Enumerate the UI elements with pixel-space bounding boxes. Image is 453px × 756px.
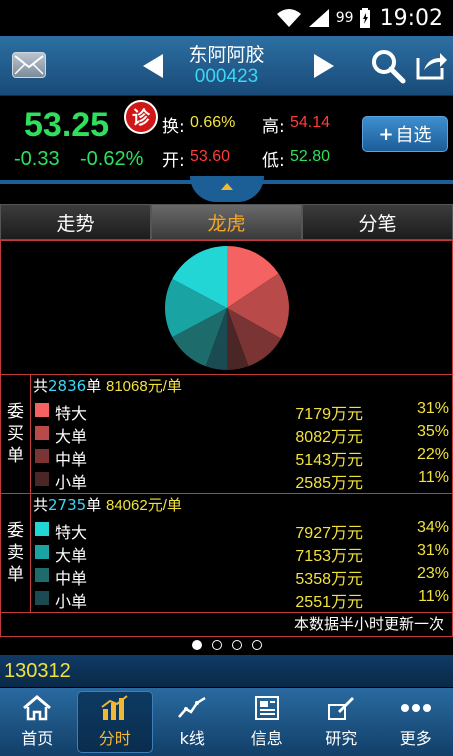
more-icon [400,704,431,712]
view-tabs: 走势 龙虎 分笔 [0,204,453,240]
nav-info[interactable]: 信息 [230,688,305,756]
add-watchlist-button[interactable]: + 自选 [362,116,448,152]
sell-side-label: 委 卖 单 [1,494,31,612]
signal-icon [308,9,329,27]
sell-summary: 共2735单 84062元/单 [33,496,182,514]
diagnosis-badge[interactable]: 诊 [124,100,158,134]
legend-swatch [35,545,49,559]
home-icon [23,695,52,721]
next-stock-button[interactable] [314,54,334,78]
list-item: 中单 5143万元 22% [35,445,451,469]
buy-orders-section: 委 买 单 共2836单 81068元/单 特大 7179万元 31% 大单 8… [1,375,452,493]
page-dot[interactable] [251,640,262,650]
buy-summary: 共2836单 81068元/单 [33,377,182,395]
wifi-icon [276,9,301,27]
stock-header: 东阿阿胶 000423 [0,36,453,96]
page-dot[interactable] [191,640,202,650]
timeshare-chart-icon [101,695,128,720]
status-bar: 99 19:02 [0,0,453,36]
list-item: 小单 2551万元 11% [35,587,451,611]
list-item: 中单 5358万元 23% [35,564,451,588]
search-icon[interactable] [370,48,406,84]
page-dot[interactable] [211,640,222,650]
quote-panel: 53.25 诊 -0.33 -0.62% 换: 0.66% 高: 54.14 开… [0,96,453,182]
list-item: 特大 7179万元 31% [35,399,451,423]
plus-icon: + [378,123,394,145]
info-icon [254,696,279,720]
order-pie-chart [165,246,289,370]
tab-trend[interactable]: 走势 [0,204,151,240]
turnover-value: 0.66% [190,114,236,131]
legend-swatch [35,472,49,486]
list-item: 小单 2585万元 11% [35,468,451,492]
nav-more[interactable]: 更多 [379,688,453,756]
turnover-label: 换: [162,117,185,137]
legend-swatch [35,449,49,463]
kline-icon [178,696,206,718]
buy-average: 81068元/单 [106,378,182,395]
battery-percent: 99 [335,10,354,26]
buy-order-count: 2836 [48,377,87,395]
sell-order-count: 2735 [48,496,87,514]
battery-icon [359,8,370,28]
share-icon[interactable] [414,50,448,82]
price-change: -0.33 [14,148,60,170]
low-value: 52.80 [290,148,331,165]
date-bar: 130312 [0,655,453,687]
tab-dragon-tiger[interactable]: 龙虎 [151,204,302,240]
legend-swatch [35,522,49,536]
legend-swatch [35,591,49,605]
update-note: 本数据半小时更新一次 [293,615,444,633]
bottom-nav: 首页 分时 k线 信息 研究 更多 [0,688,453,756]
list-item: 大单 8082万元 35% [35,422,451,446]
legend-swatch [35,426,49,440]
trade-date: 130312 [4,659,71,682]
high-value: 54.14 [290,114,331,131]
page-dot[interactable] [231,640,242,650]
pie-chart-area [1,241,452,375]
open-label: 开: [162,151,185,171]
current-price: 53.25 [24,106,110,144]
list-item: 特大 7927万元 34% [35,518,451,542]
nav-timeshare[interactable]: 分时 [76,691,153,753]
collapse-handle[interactable] [190,176,264,202]
legend-swatch [35,403,49,417]
list-item: 大单 7153万元 31% [35,541,451,565]
nav-kline[interactable]: k线 [155,688,230,756]
legend-swatch [35,568,49,582]
low-label: 低: [262,151,285,171]
buy-side-label: 委 买 单 [1,375,31,493]
price-change-percent: -0.62% [80,148,144,170]
open-value: 53.60 [190,148,231,165]
sell-orders-section: 委 卖 单 共2735单 84062元/单 特大 7927万元 34% 大单 7… [1,494,452,612]
dragon-tiger-panel: 委 买 单 共2836单 81068元/单 特大 7179万元 31% 大单 8… [0,240,453,637]
high-label: 高: [262,117,285,137]
page-indicator [0,640,453,652]
research-icon [328,697,355,720]
nav-research[interactable]: 研究 [304,688,379,756]
tab-ticks[interactable]: 分笔 [302,204,453,240]
sell-average: 84062元/单 [106,497,182,514]
clock: 19:02 [379,5,443,31]
nav-home[interactable]: 首页 [0,688,75,756]
add-watchlist-label: 自选 [395,125,432,146]
